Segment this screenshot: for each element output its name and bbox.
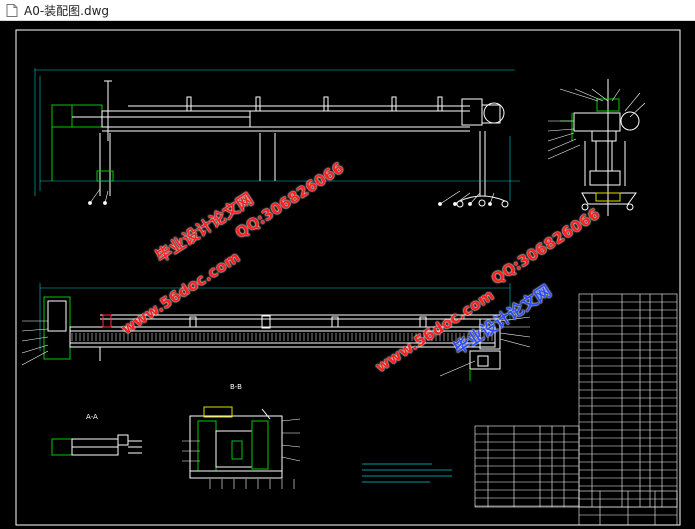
section-bb [189,406,283,479]
parts-list-lower [474,425,580,508]
window-title: A0-装配图.dwg [24,3,110,18]
parts-list-upper [578,293,678,508]
window-titlebar: A0-装配图.dwg [0,0,695,21]
section-aa [51,434,142,456]
dwg-file-icon [6,3,18,17]
section-bb-label: B-B [230,383,242,391]
main-view-top [34,68,520,208]
cad-drawing [15,29,681,526]
drawing-canvas[interactable]: A-A B-B www.56doc.com 毕业设计论文网 QQ:3068260… [0,21,695,529]
technical-notes [362,463,452,483]
section-aa-label: A-A [86,413,98,421]
